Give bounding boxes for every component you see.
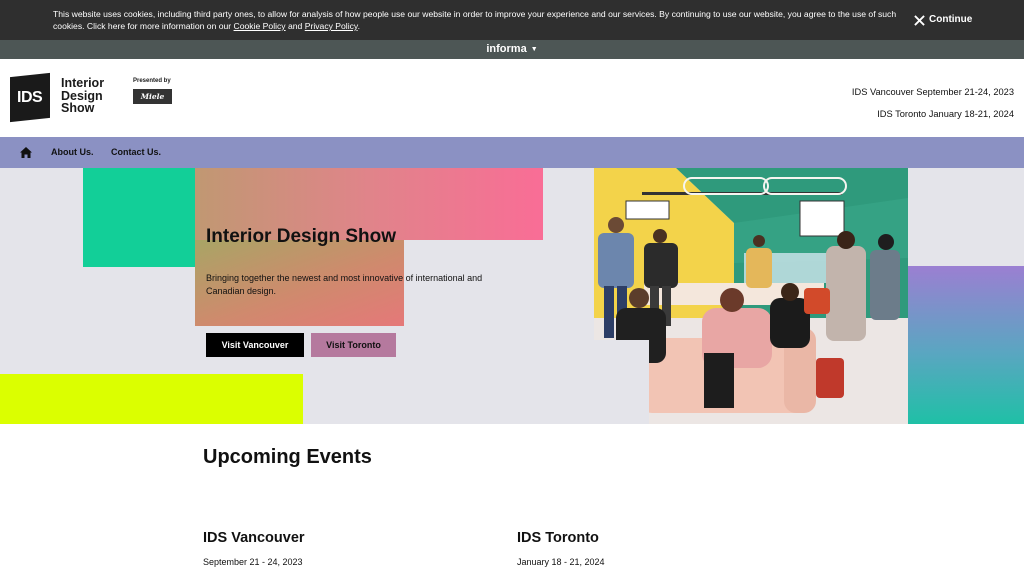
home-icon[interactable] [20,147,32,158]
miele-logo: Miele [133,89,172,104]
event-vancouver-date: September 21 - 24, 2023 [203,557,303,567]
cookie-message: This website uses cookies, including thi… [53,8,903,32]
cookie-text: This website uses cookies, including thi… [53,9,897,31]
cookie-continue-button[interactable]: Continue [914,12,972,28]
logo-line-3: Show [61,101,95,115]
chevron-down-icon: ▼ [530,46,538,53]
logo-mark: IDS [17,88,43,106]
header-dates: IDS Vancouver September 21-24, 2023 IDS … [852,81,1014,125]
lime-block [0,374,303,424]
green-block [83,168,195,267]
cookie-and: and [285,21,305,31]
upcoming-events-title: Upcoming Events [203,446,372,468]
main-nav: About Us. Contact Us. [0,137,1024,168]
event-toronto-title[interactable]: IDS Toronto [517,530,599,546]
hero-title: Interior Design Show [206,226,397,247]
nav-about-us[interactable]: About Us. [51,147,94,157]
logo-line-1: Interior [61,76,105,90]
hero-section: Interior Design Show Bringing together t… [0,168,1024,424]
hero-subtitle: Bringing together the newest and most in… [206,273,483,296]
event-toronto-date: January 18 - 21, 2024 [517,557,605,567]
close-icon [914,14,925,26]
site-header: IDS Interior Design Show Presented by Mi… [0,59,1024,137]
informa-bar[interactable]: informa ▼ [0,40,1024,59]
privacy-policy-link[interactable]: Privacy Policy [305,21,358,31]
informa-label: informa [486,43,527,55]
visit-toronto-button[interactable]: Visit Toronto [311,333,396,357]
ids-logo[interactable]: IDS [10,72,50,123]
presented-by-label: Presented by [133,78,171,84]
date-vancouver: IDS Vancouver September 21-24, 2023 [851,87,1014,97]
visit-vancouver-button[interactable]: Visit Vancouver [206,333,304,357]
date-toronto: IDS Toronto January 18-21, 2024 [877,109,1014,119]
logo-wordmark[interactable]: Interior Design Show [61,77,104,115]
continue-label: Continue [929,14,973,25]
photo-corner-cutout [594,340,649,424]
cookie-banner: This website uses cookies, including thi… [0,0,1024,40]
nav-contact-us[interactable]: Contact Us. [111,147,161,157]
event-vancouver-title[interactable]: IDS Vancouver [203,530,305,546]
cookie-period: . [357,21,360,31]
cookie-policy-link[interactable]: Cookie Policy [234,21,286,31]
purple-gradient-block [908,266,1024,424]
